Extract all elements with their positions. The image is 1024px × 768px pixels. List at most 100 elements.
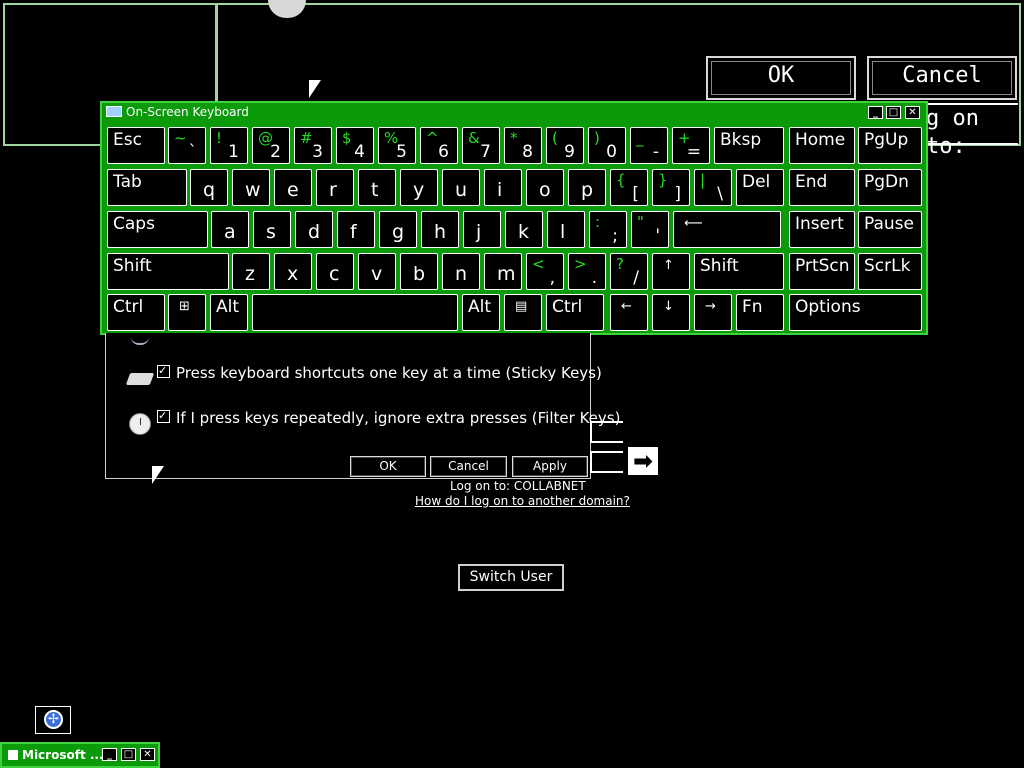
key-right[interactable]: → bbox=[694, 294, 732, 331]
taskbar-maximize-icon[interactable]: □ bbox=[121, 748, 136, 761]
key-prtscn[interactable]: PrtScn bbox=[789, 253, 855, 290]
key-up[interactable]: ↑ bbox=[652, 253, 690, 290]
switch-user-button[interactable]: Switch User bbox=[458, 564, 564, 591]
key-4[interactable]: $4 bbox=[336, 127, 374, 164]
key-8[interactable]: * 8 bbox=[504, 127, 542, 164]
key-home[interactable]: Home bbox=[789, 127, 855, 164]
key-main-label: ; bbox=[612, 226, 618, 246]
magnified-ok-button[interactable]: OK bbox=[706, 56, 856, 100]
key-comma[interactable]: <, bbox=[526, 253, 564, 290]
key-win[interactable]: ⊞ bbox=[168, 294, 206, 331]
taskbar-minimize-icon[interactable]: _ bbox=[102, 748, 117, 761]
key-n[interactable]: n bbox=[442, 253, 480, 290]
key-menu[interactable]: ▤ bbox=[504, 294, 542, 331]
key-z[interactable]: z bbox=[232, 253, 270, 290]
key-e[interactable]: e bbox=[274, 169, 312, 206]
key-u[interactable]: u bbox=[442, 169, 480, 206]
key-o[interactable]: o bbox=[526, 169, 564, 206]
key-semicolon[interactable]: :; bbox=[589, 211, 627, 248]
key-x[interactable]: x bbox=[274, 253, 312, 290]
filter-keys-option[interactable]: If I press keys repeatedly, ignore extra… bbox=[157, 407, 620, 427]
key-lshift[interactable]: Shift bbox=[107, 253, 229, 290]
key-end[interactable]: End bbox=[789, 169, 855, 206]
minimize-icon[interactable]: _ bbox=[868, 106, 883, 119]
maximize-icon[interactable]: □ bbox=[886, 106, 901, 119]
key-5[interactable]: % 5 bbox=[378, 127, 416, 164]
key-backslash[interactable]: | \ bbox=[694, 169, 732, 206]
username-field[interactable] bbox=[590, 421, 623, 443]
key-b[interactable]: b bbox=[400, 253, 438, 290]
key-h[interactable]: h bbox=[421, 211, 459, 248]
key-3[interactable]: #3 bbox=[294, 127, 332, 164]
key-v[interactable]: v bbox=[358, 253, 396, 290]
key-r[interactable]: r bbox=[316, 169, 354, 206]
key-backtick[interactable]: ~ ` bbox=[168, 127, 206, 164]
key-space[interactable] bbox=[252, 294, 458, 331]
key-lctrl[interactable]: Ctrl bbox=[107, 294, 165, 331]
another-domain-link[interactable]: How do I log on to another domain? bbox=[415, 494, 630, 508]
key-d[interactable]: d bbox=[295, 211, 333, 248]
key-c[interactable]: c bbox=[316, 253, 354, 290]
key-0[interactable]: ) 0 bbox=[588, 127, 626, 164]
minimized-window-bar[interactable]: Microsoft ... _ □ ✕ bbox=[0, 742, 160, 768]
key-k[interactable]: k bbox=[505, 211, 543, 248]
filter-keys-checkbox[interactable] bbox=[157, 407, 170, 425]
password-field[interactable] bbox=[590, 451, 623, 473]
key-del[interactable]: Del bbox=[736, 169, 784, 206]
key-fn[interactable]: Fn bbox=[736, 294, 784, 331]
dialog-apply-button[interactable]: Apply bbox=[512, 456, 588, 477]
key-ralt[interactable]: Alt bbox=[462, 294, 500, 331]
key-t[interactable]: t bbox=[358, 169, 396, 206]
key-slash[interactable]: ? / bbox=[610, 253, 648, 290]
key-q[interactable]: q bbox=[190, 169, 228, 206]
key-scrlk[interactable]: ScrLk bbox=[858, 253, 922, 290]
key-pause[interactable]: Pause bbox=[858, 211, 922, 248]
key-label: w bbox=[245, 179, 261, 201]
key-1[interactable]: ! 1 bbox=[210, 127, 248, 164]
key-tab[interactable]: Tab bbox=[107, 169, 187, 206]
go-arrow-icon[interactable]: ➡ bbox=[628, 447, 658, 475]
key-j[interactable]: j bbox=[463, 211, 501, 248]
key-enter[interactable]: ⟵ bbox=[673, 211, 781, 248]
dialog-cancel-button[interactable]: Cancel bbox=[430, 456, 507, 477]
taskbar-close-icon[interactable]: ✕ bbox=[140, 748, 155, 761]
key-down[interactable]: ↓ bbox=[652, 294, 690, 331]
key-bksp[interactable]: Bksp bbox=[714, 127, 784, 164]
sticky-keys-checkbox[interactable] bbox=[157, 362, 170, 380]
ease-of-access-button[interactable]: ✢ bbox=[35, 706, 71, 734]
key-period[interactable]: >. bbox=[568, 253, 606, 290]
key-minus[interactable]: _ - bbox=[630, 127, 668, 164]
close-icon[interactable]: ✕ bbox=[905, 106, 920, 119]
key-l[interactable]: l bbox=[547, 211, 585, 248]
dialog-ok-button[interactable]: OK bbox=[350, 456, 426, 477]
key-s[interactable]: s bbox=[253, 211, 291, 248]
key-rshift[interactable]: Shift bbox=[694, 253, 784, 290]
key-6[interactable]: ^ 6 bbox=[420, 127, 458, 164]
sticky-keys-option[interactable]: Press keyboard shortcuts one key at a ti… bbox=[157, 362, 602, 382]
key-p[interactable]: p bbox=[568, 169, 606, 206]
key-quote[interactable]: " ' bbox=[631, 211, 669, 248]
key-g[interactable]: g bbox=[379, 211, 417, 248]
key-7[interactable]: & 7 bbox=[462, 127, 500, 164]
key-options[interactable]: Options bbox=[789, 294, 922, 331]
magnified-cancel-button[interactable]: Cancel bbox=[867, 56, 1017, 100]
key-f[interactable]: f bbox=[337, 211, 375, 248]
key-caps[interactable]: Caps bbox=[107, 211, 208, 248]
key-esc[interactable]: Esc bbox=[107, 127, 165, 164]
key-w[interactable]: w bbox=[232, 169, 270, 206]
key-left[interactable]: ← bbox=[610, 294, 648, 331]
key-rctrl[interactable]: Ctrl bbox=[546, 294, 604, 331]
key-equals[interactable]: + = bbox=[672, 127, 710, 164]
key-lbracket[interactable]: {[ bbox=[610, 169, 648, 206]
key-rbracket[interactable]: }] bbox=[652, 169, 690, 206]
key-i[interactable]: i bbox=[484, 169, 522, 206]
key-2[interactable]: @2 bbox=[252, 127, 290, 164]
key-pgdn[interactable]: PgDn bbox=[858, 169, 922, 206]
key-lalt[interactable]: Alt bbox=[210, 294, 248, 331]
key-insert[interactable]: Insert bbox=[789, 211, 855, 248]
key-m[interactable]: m bbox=[484, 253, 522, 290]
key-pgup[interactable]: PgUp bbox=[858, 127, 922, 164]
key-y[interactable]: y bbox=[400, 169, 438, 206]
key-a[interactable]: a bbox=[211, 211, 249, 248]
key-9[interactable]: (9 bbox=[546, 127, 584, 164]
